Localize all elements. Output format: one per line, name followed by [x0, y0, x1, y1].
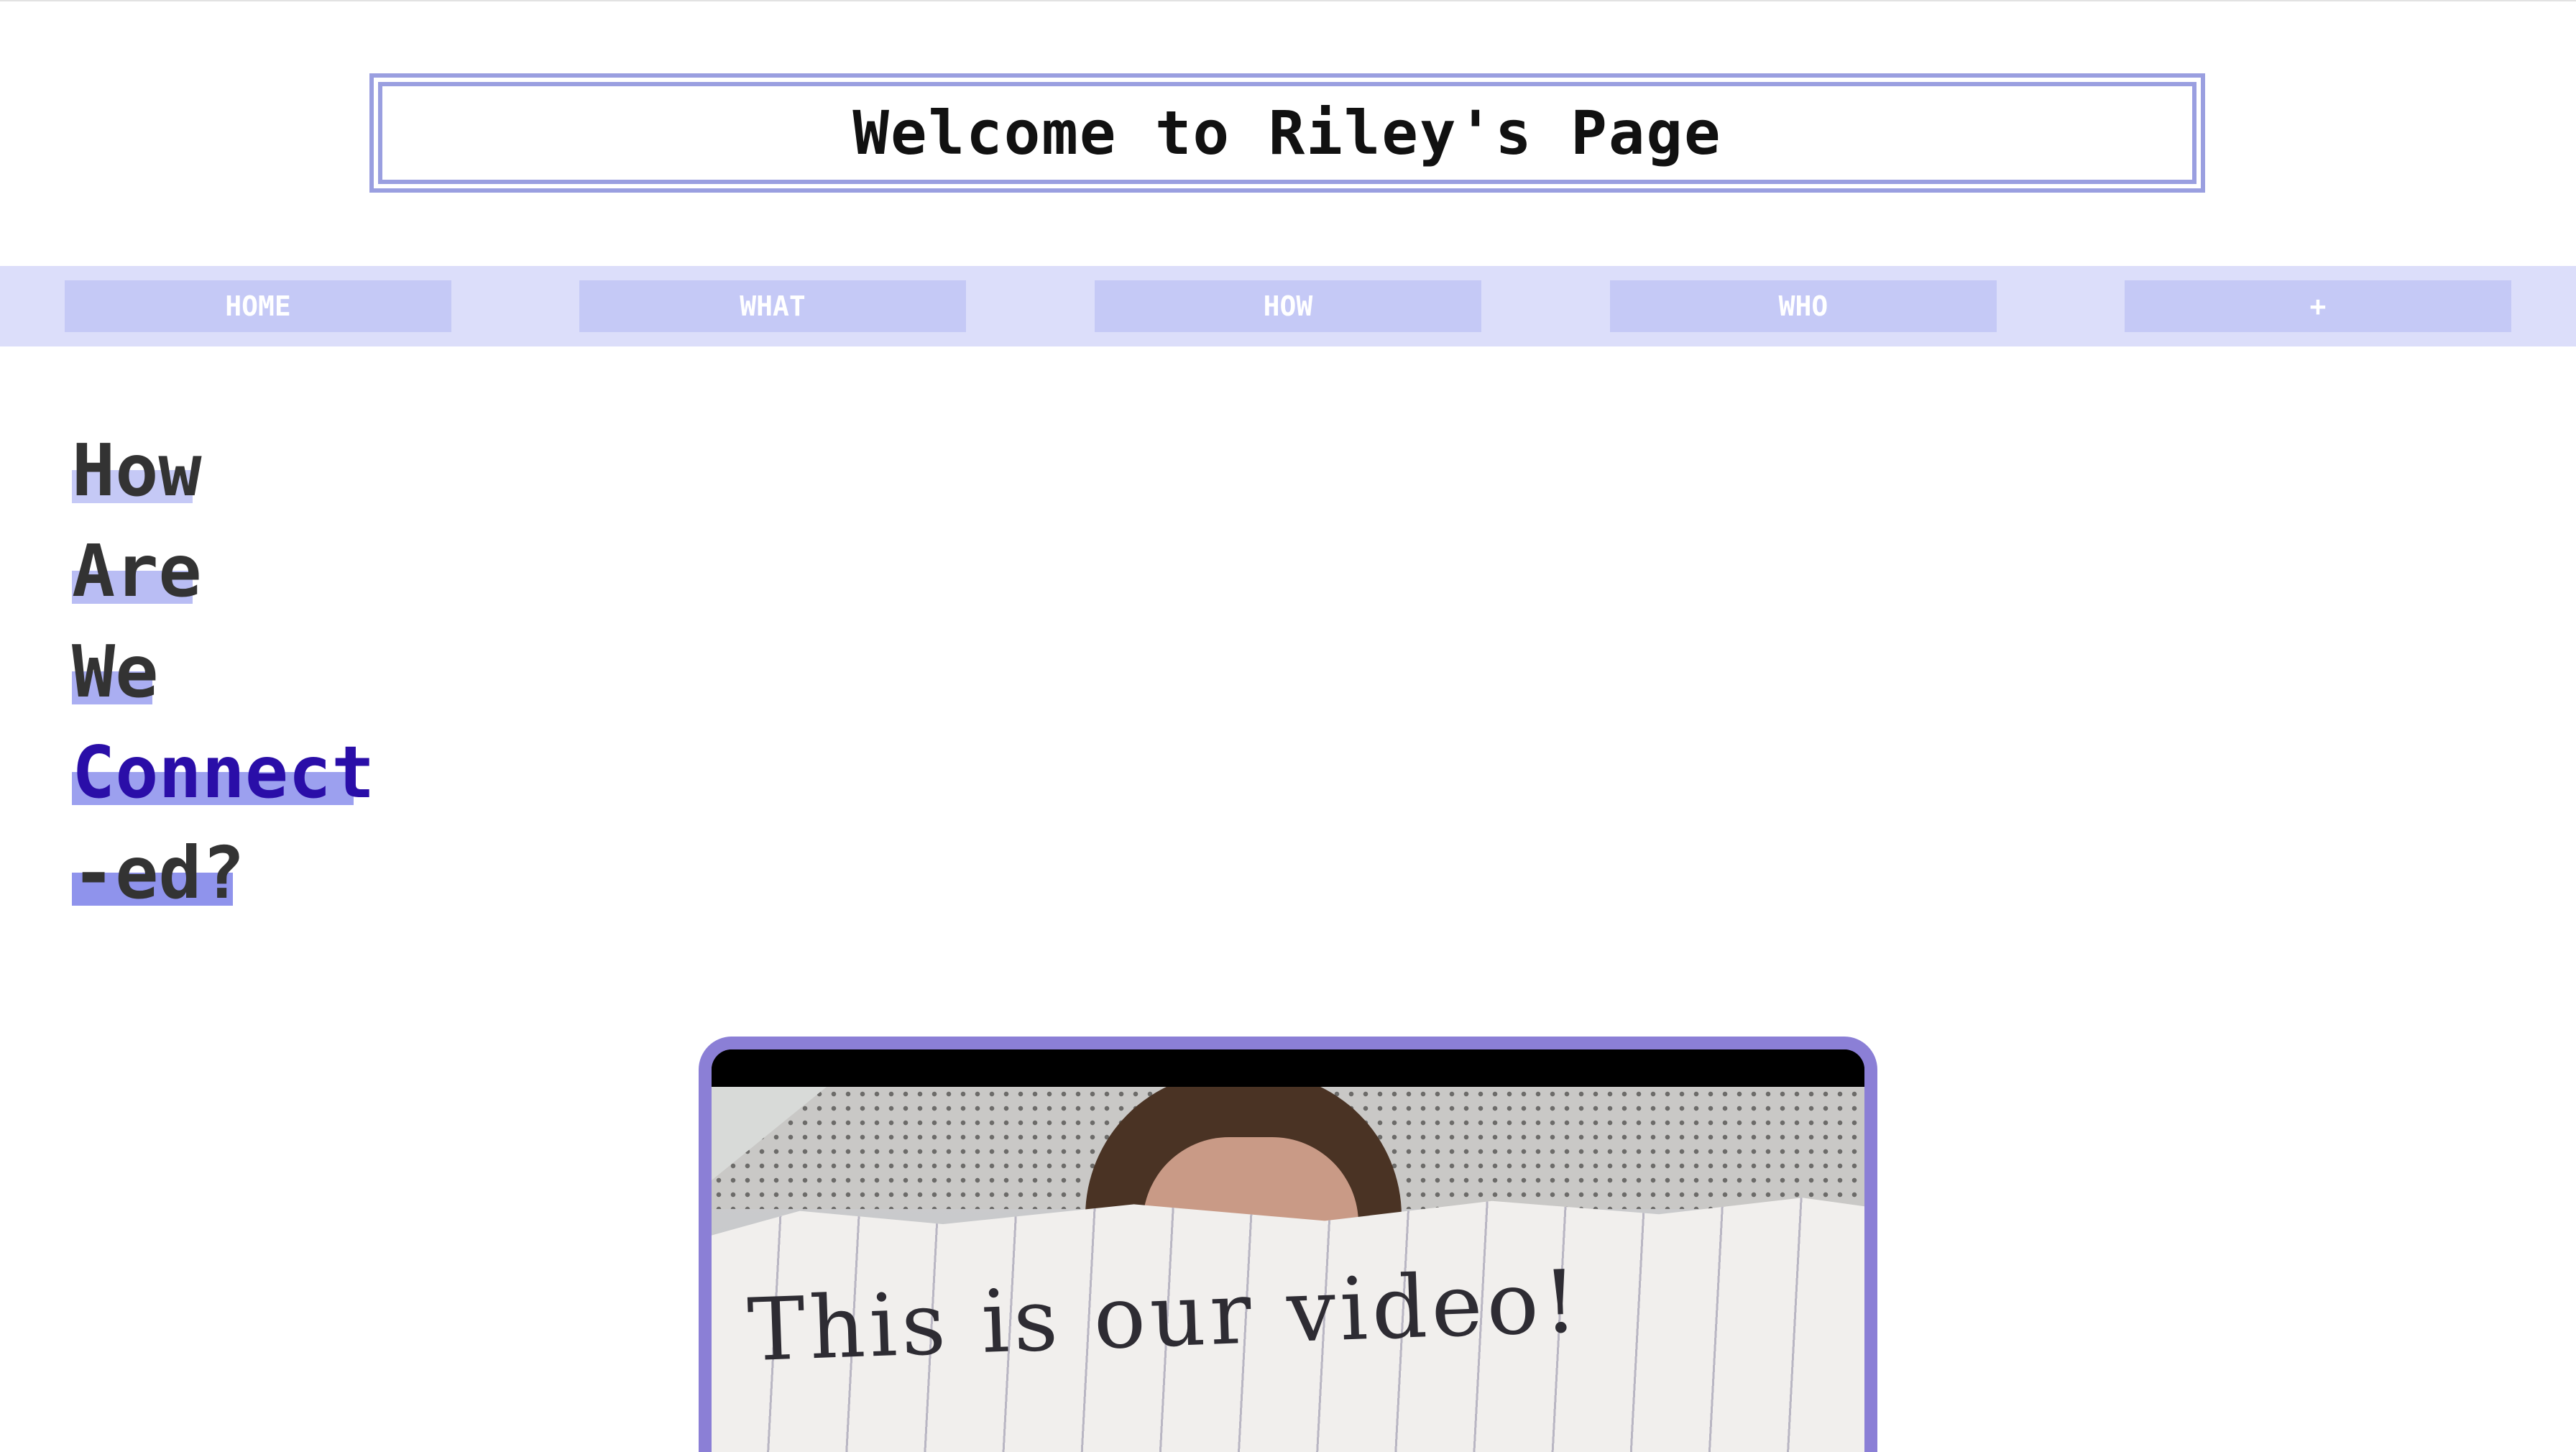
heading-word-we: We — [72, 625, 374, 726]
video-thumbnail[interactable]: This is our video! — [712, 1087, 1864, 1452]
page-title: Welcome to Riley's Page — [852, 98, 1722, 168]
heading-word-are: Are — [72, 525, 374, 625]
section-heading: How Are We Connect -ed? — [72, 424, 374, 927]
nav-bar: HOME WHAT HOW WHO + — [0, 266, 2576, 346]
heading-word-text: We — [72, 630, 159, 714]
heading-word-text: How — [72, 428, 202, 513]
top-divider — [0, 0, 2576, 1]
video-player[interactable]: This is our video! — [699, 1037, 1877, 1452]
title-box: Welcome to Riley's Page — [369, 73, 2205, 193]
nav-home-button[interactable]: HOME — [65, 280, 451, 332]
video-top-bar — [712, 1049, 1864, 1087]
nav-how-button[interactable]: HOW — [1095, 280, 1481, 332]
heading-word-text: Are — [72, 529, 202, 613]
heading-word-text: Connect — [72, 730, 375, 814]
heading-word-connect: Connect — [72, 726, 374, 827]
nav-more-button[interactable]: + — [2125, 280, 2511, 332]
nav-what-button[interactable]: WHAT — [579, 280, 966, 332]
heading-word-ed: -ed? — [72, 827, 374, 927]
heading-word-how: How — [72, 424, 374, 525]
nav-who-button[interactable]: WHO — [1610, 280, 1997, 332]
heading-word-text: -ed? — [72, 831, 245, 915]
